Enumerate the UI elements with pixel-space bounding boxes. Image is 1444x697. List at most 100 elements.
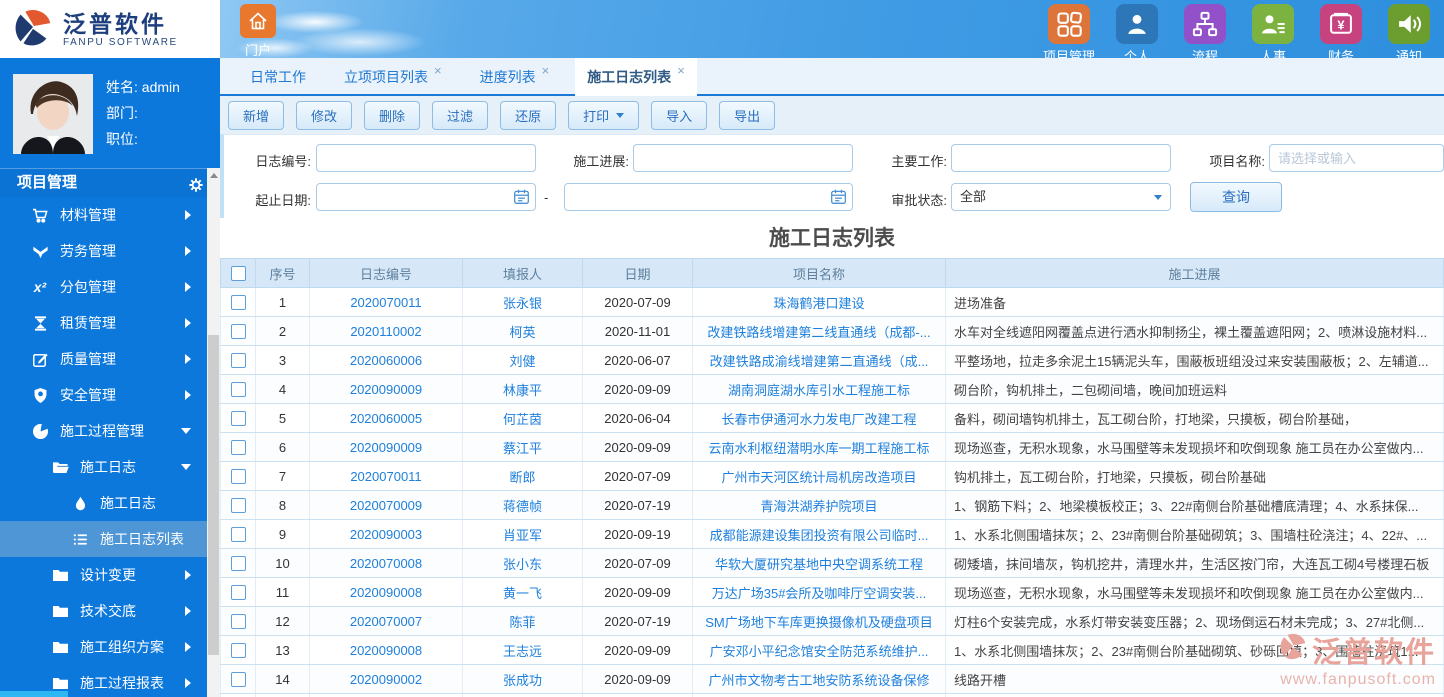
cell-log-code-link[interactable]: 2020070008 — [350, 556, 422, 571]
add-button[interactable]: 新增 — [228, 100, 285, 130]
row-checkbox[interactable] — [230, 526, 246, 542]
cell-reporter-link[interactable]: 蒋德帧 — [503, 499, 542, 514]
row-checkbox[interactable] — [230, 410, 246, 426]
date-to-input[interactable] — [564, 183, 853, 211]
progress-input[interactable] — [633, 144, 853, 172]
delete-button[interactable]: 删除 — [364, 100, 421, 130]
sidebar-item-construction-process-management[interactable]: 施工过程管理 — [0, 413, 207, 449]
cell-project-link[interactable]: 湖南洞庭湖水库引水工程施工标 — [728, 383, 910, 398]
cell-reporter-link[interactable]: 何芷茵 — [503, 412, 542, 427]
cell-log-code-link[interactable]: 2020070011 — [350, 295, 421, 310]
calendar-icon[interactable] — [513, 188, 530, 205]
close-icon[interactable]: × — [542, 58, 550, 89]
row-checkbox[interactable] — [230, 671, 246, 687]
date-from-input[interactable] — [316, 183, 536, 211]
cell-reporter-link[interactable]: 断郎 — [509, 470, 535, 485]
log-no-input[interactable] — [316, 144, 536, 172]
cell-log-code-link[interactable]: 2020090009 — [350, 382, 422, 397]
nav-portal[interactable]: 门户 — [234, 4, 282, 59]
sidebar-item-design-change[interactable]: 设计变更 — [0, 557, 207, 593]
sidebar-item-lease-management[interactable]: 租赁管理 — [0, 305, 207, 341]
sidebar-item-labor-management[interactable]: 劳务管理 — [0, 233, 207, 269]
cell-reporter-link[interactable]: 蔡江平 — [503, 441, 542, 456]
nav-personal[interactable]: 个人 — [1108, 4, 1166, 65]
cell-log-code-link[interactable]: 2020090002 — [350, 672, 422, 687]
cell-log-code-link[interactable]: 2020070009 — [350, 498, 422, 513]
select-all-checkbox[interactable] — [230, 265, 246, 281]
cell-reporter-link[interactable]: 黄一飞 — [503, 586, 542, 601]
project-name-input[interactable] — [1269, 144, 1444, 172]
filter-button[interactable]: 过滤 — [432, 100, 489, 130]
cell-project-link[interactable]: 云南水利枢纽潜明水库一期工程施工标 — [708, 441, 929, 456]
cell-reporter-link[interactable]: 张永银 — [503, 296, 542, 311]
sidebar-item-subcontract-management[interactable]: x² 分包管理 — [0, 269, 207, 305]
close-icon[interactable]: × — [434, 58, 442, 89]
row-checkbox[interactable] — [230, 555, 246, 571]
sidebar-item-construction-log-list[interactable]: 施工日志列表 — [0, 521, 207, 557]
tab-construction-log-list[interactable]: 施工日志列表 × — [575, 58, 697, 96]
cell-log-code-link[interactable]: 2020060005 — [350, 411, 422, 426]
cell-project-link[interactable]: 改建铁路成渝线增建第二直通线（成... — [710, 354, 929, 369]
edit-button[interactable]: 修改 — [296, 100, 353, 130]
print-button[interactable]: 打印 — [568, 100, 640, 130]
cell-log-code-link[interactable]: 2020090003 — [350, 527, 422, 542]
restore-button[interactable]: 还原 — [500, 100, 557, 130]
cell-reporter-link[interactable]: 张小东 — [503, 557, 542, 572]
cell-log-code-link[interactable]: 2020110002 — [350, 324, 421, 339]
cell-log-code-link[interactable]: 2020070007 — [350, 614, 422, 629]
cell-project-link[interactable]: 广安邓小平纪念馆安全防范系统维护... — [710, 644, 929, 659]
cell-project-link[interactable]: 华软大厦研究基地中央空调系统工程 — [715, 557, 923, 572]
cell-project-link[interactable]: 广州市文物考古工地安防系统设备保修 — [708, 673, 929, 688]
cell-project-link[interactable]: 青海洪湖养护院项目 — [760, 499, 877, 514]
row-checkbox[interactable] — [230, 294, 246, 310]
tab-daily-work[interactable]: 日常工作 — [238, 58, 318, 96]
cell-project-link[interactable]: 广州市天河区统计局机房改造项目 — [721, 470, 916, 485]
row-checkbox[interactable] — [230, 439, 246, 455]
export-button[interactable]: 导出 — [719, 100, 776, 130]
import-button[interactable]: 导入 — [651, 100, 708, 130]
sidebar-item-construction-log[interactable]: 施工日志 — [0, 485, 207, 521]
sidebar-item-construction-log-folder[interactable]: 施工日志 — [0, 449, 207, 485]
row-checkbox[interactable] — [230, 352, 246, 368]
sidebar-scrollbar[interactable] — [207, 168, 220, 697]
scrollbar-up-arrow-icon[interactable] — [207, 168, 220, 182]
main-work-input[interactable] — [951, 144, 1171, 172]
sidebar-item-quality-management[interactable]: 质量管理 — [0, 341, 207, 377]
cell-reporter-link[interactable]: 林康平 — [503, 383, 542, 398]
tab-progress-list[interactable]: 进度列表 × — [468, 58, 562, 96]
sidebar-item-safety-management[interactable]: 安全管理 — [0, 377, 207, 413]
sidebar-section-header[interactable]: 项目管理 — [0, 168, 220, 197]
sidebar-item-technical-disclosure[interactable]: 技术交底 — [0, 593, 207, 629]
nav-finance[interactable]: ¥ 财务 — [1312, 4, 1370, 65]
nav-workflow[interactable]: 流程 — [1176, 4, 1234, 65]
row-checkbox[interactable] — [230, 381, 246, 397]
sidebar-item-construction-org-plan[interactable]: 施工组织方案 — [0, 629, 207, 665]
cell-reporter-link[interactable]: 柯英 — [509, 325, 535, 340]
cell-log-code-link[interactable]: 2020090009 — [350, 440, 422, 455]
cell-log-code-link[interactable]: 2020070011 — [350, 469, 421, 484]
cell-project-link[interactable]: 成都能源建设集团投资有限公司临时... — [710, 528, 929, 543]
cell-project-link[interactable]: 万达广场35#会所及咖啡厅空调安装... — [712, 586, 927, 601]
close-icon[interactable]: × — [677, 58, 685, 89]
scrollbar-thumb[interactable] — [208, 335, 219, 655]
calendar-icon[interactable] — [830, 188, 847, 205]
row-checkbox[interactable] — [230, 468, 246, 484]
cell-project-link[interactable]: SM广场地下车库更换摄像机及硬盘项目 — [705, 615, 933, 630]
cell-reporter-link[interactable]: 张成功 — [503, 673, 542, 688]
row-checkbox[interactable] — [230, 642, 246, 658]
cell-project-link[interactable]: 珠海鹤港口建设 — [773, 296, 864, 311]
sidebar-item-material-management[interactable]: 材料管理 — [0, 197, 207, 233]
cell-reporter-link[interactable]: 陈菲 — [509, 615, 535, 630]
row-checkbox[interactable] — [230, 323, 246, 339]
cell-project-link[interactable]: 改建铁路线增建第二线直通线（成都-... — [707, 325, 930, 340]
row-checkbox[interactable] — [230, 497, 246, 513]
nav-project-management[interactable]: 项目管理 — [1040, 4, 1098, 65]
nav-hr[interactable]: 人事 — [1244, 4, 1302, 65]
cell-log-code-link[interactable]: 2020060006 — [350, 353, 422, 368]
search-button[interactable]: 查询 — [1190, 182, 1282, 212]
row-checkbox[interactable] — [230, 613, 246, 629]
tab-project-list[interactable]: 立项项目列表 × — [332, 58, 454, 96]
cell-reporter-link[interactable]: 王志远 — [503, 644, 542, 659]
cell-reporter-link[interactable]: 肖亚军 — [503, 528, 542, 543]
approval-status-select[interactable]: 全部 — [951, 183, 1171, 211]
